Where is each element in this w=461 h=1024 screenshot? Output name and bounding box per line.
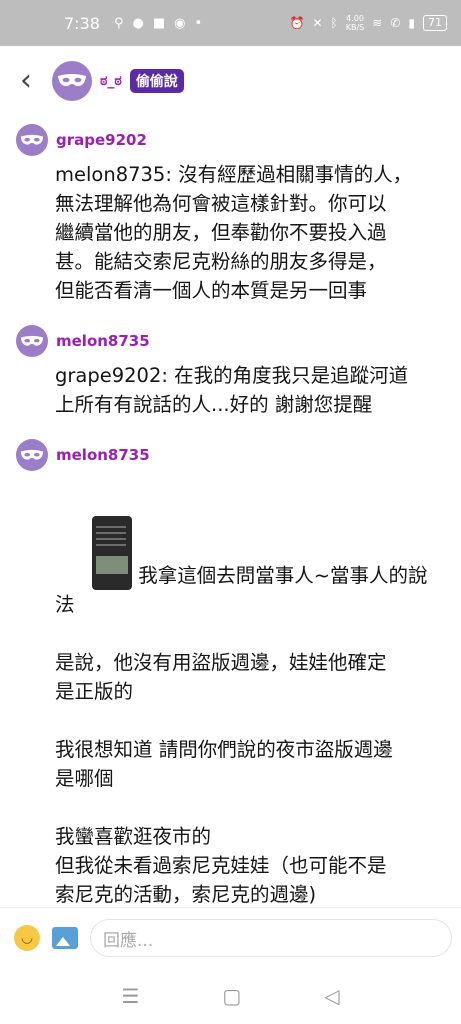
chevron-left-icon: ‹: [20, 63, 32, 98]
comment-text: melon8735: 沒有經歷過相關事情的人， 無法理解他為何會被這樣針對。你可…: [55, 163, 413, 302]
mask-icon: [20, 134, 44, 145]
smiley-icon: ◡: [20, 930, 34, 946]
mute-icon: ✕: [312, 16, 323, 30]
comment: melon8735 我拿這個去問當事人~當事人的說法 是說，他沒有用盜版週邊，娃…: [0, 435, 461, 938]
comment-text: 是說，他沒有用盜版週邊，娃娃他確定 是正版的 我很想知道 請問你們說的夜市盜版週…: [55, 651, 393, 935]
home-icon[interactable]: ▢: [222, 984, 241, 1008]
dot-icon: •: [194, 15, 203, 31]
mask-icon: [20, 335, 44, 346]
call-icon: ✆: [390, 16, 401, 30]
comment-body: 我拿這個去問當事人~當事人的說法: [55, 487, 443, 648]
back-button[interactable]: ‹: [0, 66, 52, 96]
status-time: 7:38: [64, 13, 100, 33]
alarm-icon: ⏰: [289, 16, 305, 30]
location-icon: ⚲: [113, 15, 124, 31]
menu-icon[interactable]: ☰: [121, 984, 139, 1008]
board-name[interactable]: ಠ_ಠ: [100, 73, 122, 89]
comment: grape9202 melon8735: 沒有經歷過相關事情的人， 無法理解他為…: [0, 120, 461, 305]
reply-input[interactable]: 回應...: [90, 919, 452, 957]
system-nav-bar: ☰ ▢ ◁: [0, 967, 461, 1024]
comment: melon8735 grape9202: 在我的角度我只是追蹤河道 上所有有說話…: [0, 321, 461, 419]
pinterest-icon: ◉: [174, 15, 186, 31]
attached-screenshot[interactable]: [92, 516, 133, 590]
back-triangle-icon[interactable]: ◁: [324, 984, 339, 1008]
comment-username[interactable]: melon8735: [56, 446, 150, 464]
wifi-icon: ≋: [372, 16, 383, 30]
mask-icon: [20, 449, 44, 460]
signal-icon: ▮: [408, 16, 415, 30]
status-bar: 7:38 ⚲ ● ■ ◉ • ⏰ ✕ ᛒ 4.00 KB/S ≋ ✆ ▮ 71: [0, 0, 461, 46]
user-avatar[interactable]: [16, 124, 48, 156]
net-speed: 4.00 KB/S: [345, 14, 365, 32]
notification-icons: ⚲ ● ■ ◉ •: [114, 16, 202, 31]
app-bar: ‹ ಠ_ಠ 偷偷說: [0, 46, 461, 116]
comment-username[interactable]: grape9202: [56, 131, 147, 149]
comment-text: grape9202: 在我的角度我只是追蹤河道 上所有有說話的人...好的 謝謝…: [55, 364, 409, 416]
image-button[interactable]: [52, 927, 78, 949]
system-icons: ⏰ ✕ ᛒ 4.00 KB/S ≋ ✆ ▮ 71: [290, 14, 447, 32]
board-tag[interactable]: 偷偷說: [129, 69, 184, 93]
reply-composer: ◡ 回應...: [0, 907, 461, 968]
battery-icon: 71: [423, 15, 447, 31]
mask-icon: [58, 74, 86, 87]
board-avatar[interactable]: [52, 61, 92, 101]
emoji-button[interactable]: ◡: [14, 925, 40, 951]
comment-list: grape9202 melon8735: 沒有經歷過相關事情的人， 無法理解他為…: [0, 116, 461, 938]
comment-username[interactable]: melon8735: [56, 332, 150, 350]
bluetooth-icon: ᛒ: [330, 16, 338, 30]
chat-icon: ●: [132, 15, 144, 31]
shop-icon: ■: [152, 15, 166, 31]
user-avatar[interactable]: [16, 439, 48, 471]
user-avatar[interactable]: [16, 325, 48, 357]
